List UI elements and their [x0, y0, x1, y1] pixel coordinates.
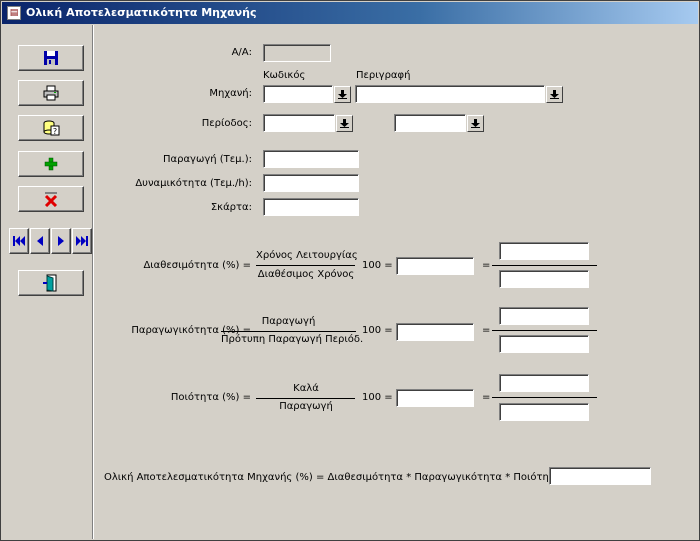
productivity-numerator-field[interactable] — [499, 307, 589, 325]
printer-icon — [43, 85, 59, 101]
machine-description-input[interactable] — [355, 85, 545, 103]
print-button[interactable] — [18, 80, 84, 106]
machine-code-dropdown-button[interactable] — [334, 86, 351, 103]
availability-factor: 100 = — [362, 260, 393, 271]
productivity-denominator-field[interactable] — [499, 335, 589, 353]
oee-result-field[interactable] — [549, 467, 651, 485]
availability-result-line — [492, 265, 597, 266]
aa-label: Α/Α: — [231, 47, 252, 58]
production-label: Παραγωγή (Τεμ.): — [162, 154, 252, 165]
exit-button[interactable] — [18, 270, 84, 296]
next-record-icon — [58, 236, 64, 246]
capacity-label: Δυναμικότητα (Τεμ./h): — [135, 178, 252, 189]
next-record-button[interactable] — [51, 228, 71, 254]
dropdown-arrow-icon — [340, 119, 349, 128]
availability-percent-field[interactable] — [396, 257, 474, 275]
productivity-percent-field[interactable] — [396, 323, 474, 341]
dropdown-arrow-icon — [338, 90, 347, 99]
previous-record-icon — [37, 236, 43, 246]
description-column-header: Περιγραφή — [356, 70, 411, 81]
productivity-fraction-line — [221, 331, 356, 332]
scrap-input[interactable] — [263, 198, 359, 216]
period-to-input[interactable] — [394, 114, 466, 132]
app-form-icon[interactable]: ▤ — [7, 6, 21, 20]
availability-denominator: Διαθέσιμος Χρόνος — [257, 269, 355, 280]
period-label: Περίοδος: — [201, 118, 252, 129]
productivity-result-line — [492, 330, 597, 331]
productivity-numerator: Παραγωγή — [261, 316, 316, 327]
quality-numerator: Καλά — [293, 383, 319, 394]
svg-text:?: ? — [53, 127, 57, 136]
delete-button[interactable] — [18, 186, 84, 212]
green-plus-icon — [44, 157, 58, 171]
availability-fraction-line — [256, 265, 355, 266]
productivity-factor: 100 = — [362, 325, 393, 336]
availability-label: Διαθεσιμότητα (%) = — [143, 260, 251, 271]
availability-equals: = — [482, 260, 491, 271]
period-to-dropdown-button[interactable] — [467, 115, 484, 132]
productivity-denominator: Πρότυπη Παραγωγή Περιόδ. — [221, 334, 364, 345]
quality-factor: 100 = — [362, 392, 393, 403]
availability-denominator-field[interactable] — [499, 270, 589, 288]
last-record-button[interactable] — [72, 228, 92, 254]
question-database-icon: ? — [43, 120, 60, 136]
code-column-header: Κωδικός — [263, 70, 306, 81]
dropdown-arrow-icon — [471, 119, 480, 128]
save-button[interactable] — [18, 45, 84, 71]
exit-door-icon — [43, 274, 57, 292]
availability-numerator: Χρόνος Λειτουργίας — [256, 250, 358, 261]
previous-record-button[interactable] — [30, 228, 50, 254]
period-from-dropdown-button[interactable] — [336, 115, 353, 132]
availability-numerator-field[interactable] — [499, 242, 589, 260]
production-input[interactable] — [263, 150, 359, 168]
quality-denominator-field[interactable] — [499, 403, 589, 421]
dropdown-arrow-icon — [550, 90, 559, 99]
machine-description-dropdown-button[interactable] — [546, 86, 563, 103]
machine-code-input[interactable] — [263, 85, 333, 103]
window-title: Ολική Αποτελεσματικότητα Μηχανής — [26, 6, 257, 19]
scrap-label: Σκάρτα: — [210, 202, 252, 213]
last-record-icon — [76, 236, 88, 246]
toolbar-panel: ? — [3, 25, 93, 539]
first-record-button[interactable] — [9, 228, 29, 254]
capacity-input[interactable] — [263, 174, 359, 192]
floppy-disk-icon — [44, 51, 58, 65]
aa-field[interactable] — [263, 44, 331, 62]
quality-fraction-line — [256, 398, 355, 399]
first-record-icon — [13, 236, 25, 246]
quality-numerator-field[interactable] — [499, 374, 589, 392]
machine-label: Μηχανή: — [209, 88, 252, 99]
red-x-icon — [44, 192, 58, 207]
quality-denominator: Παραγωγή — [279, 401, 333, 412]
query-button[interactable]: ? — [18, 115, 84, 141]
productivity-equals: = — [482, 325, 491, 336]
period-from-input[interactable] — [263, 114, 335, 132]
oee-formula-label: Ολική Αποτελεσματικότητα Μηχανής (%) = Δ… — [104, 472, 574, 483]
quality-equals: = — [482, 392, 491, 403]
quality-percent-field[interactable] — [396, 389, 474, 407]
main-window: ▤ Ολική Αποτελεσματικότητα Μηχανής ? Α/Α… — [0, 0, 700, 541]
add-button[interactable] — [18, 151, 84, 177]
quality-label: Ποιότητα (%) = — [170, 392, 251, 403]
quality-result-line — [492, 397, 597, 398]
title-bar[interactable]: ▤ Ολική Αποτελεσματικότητα Μηχανής — [2, 2, 698, 24]
